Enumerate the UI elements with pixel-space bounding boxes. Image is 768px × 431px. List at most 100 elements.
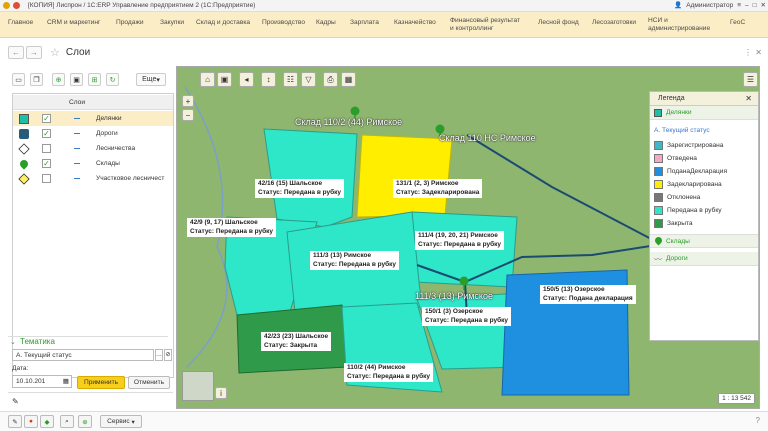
table-row[interactable]: ✓ Склады	[13, 156, 173, 171]
add-child-icon[interactable]: ⊞	[88, 73, 101, 86]
copy-layer-icon[interactable]: ❐	[30, 73, 43, 86]
menu-item-treasury[interactable]: Казначейство	[394, 19, 436, 27]
layer-color-icon[interactable]: ◆	[40, 415, 54, 428]
minimap[interactable]	[182, 371, 214, 401]
thematic-field[interactable]: А. Текущий статус	[12, 349, 154, 361]
table-row[interactable]: ✓ Делянки	[13, 111, 173, 126]
map-filter-icon[interactable]: ▽	[301, 72, 316, 87]
menu-item-geos[interactable]: ГеоС	[730, 19, 745, 27]
menu-item-logging[interactable]: Лесозаготовки	[592, 19, 636, 27]
map-select-icon[interactable]: ▦	[341, 72, 356, 87]
zoom-in-button[interactable]: +	[182, 95, 194, 107]
warehouse-pin-icon	[653, 235, 664, 246]
favorite-star-icon[interactable]: ☆	[50, 46, 60, 59]
map-measure-icon[interactable]: ↕	[261, 72, 276, 87]
legend-item: Передана в рубку	[654, 205, 722, 215]
menu-item-production[interactable]: Производство	[262, 19, 305, 27]
thematic-title: Тематика	[20, 337, 55, 346]
map-pan-icon[interactable]: ◂	[239, 72, 254, 87]
plot-name: 42/23 (23) Шальское	[264, 333, 329, 340]
layer-checkbox[interactable]: ✓	[42, 114, 51, 123]
more-button[interactable]: Еще ▾	[136, 73, 166, 86]
map-legend-toggle-icon[interactable]: ☰	[743, 72, 758, 87]
legend-layer-warehouses[interactable]: Склады	[650, 234, 758, 248]
user-name[interactable]: Администратор	[686, 2, 733, 9]
menu-item-warehouse[interactable]: Склад и доставка	[196, 19, 250, 27]
plot-label: 111/3 (13) Римское Статус: Передана в руб…	[310, 251, 400, 270]
map-print-icon[interactable]: ⎙	[323, 72, 338, 87]
legend-close-icon[interactable]: ✕	[745, 94, 752, 103]
map-home-icon[interactable]: ⌂	[200, 72, 215, 87]
layer-checkbox[interactable]	[42, 174, 51, 183]
help-icon[interactable]: ?	[756, 416, 760, 425]
info-icon[interactable]: i	[215, 387, 227, 399]
menu-item-salary[interactable]: Зарплата	[350, 19, 379, 27]
map-table-icon[interactable]: ☷	[283, 72, 298, 87]
map-view[interactable]: ⌂ ▣ ◂ ↕ ☷ ▽ ⎙ ▦ ☰ + − i Склад 110/2 (44)…	[176, 66, 760, 409]
add-layer-icon[interactable]: ▭	[12, 73, 25, 86]
table-row[interactable]: Участковое лесничест	[13, 171, 173, 186]
calendar-icon[interactable]: ▦	[63, 377, 69, 385]
plot-status: Статус: Передана в рубку	[425, 316, 509, 324]
open-icon[interactable]: ⊘	[164, 349, 172, 361]
settings-icon[interactable]: ≡	[737, 2, 741, 9]
plots-icon	[654, 109, 662, 117]
menu-icon[interactable]	[13, 2, 20, 9]
plot-name: 42/9 (9, 17) Шальское	[190, 219, 258, 226]
legend-item: Зарегистрирована	[654, 140, 723, 150]
select-button[interactable]: …	[155, 349, 163, 361]
maximize-icon[interactable]: □	[753, 2, 757, 9]
menu-item-purchases[interactable]: Закупки	[160, 19, 184, 27]
plot-status: Статус: Закрыта	[264, 341, 318, 349]
plot-label: 111/4 (19, 20, 21) Римское Статус: Переда…	[415, 231, 505, 250]
plot-label: 42/23 (23) Шальское Статус: Закрыта	[261, 332, 332, 351]
plot-name: 110/2 (44) Римское	[347, 364, 406, 371]
apply-button[interactable]: Применить	[77, 376, 125, 389]
service-button[interactable]: Сервис ▾	[100, 415, 142, 428]
menu-item-finance[interactable]: Финансовый результат и контроллинг	[450, 17, 525, 33]
search-icon[interactable]: ⌕	[60, 415, 74, 428]
layer-tool-icon[interactable]: ✎	[12, 397, 19, 406]
legend-swatch	[654, 140, 663, 150]
add-icon[interactable]: ⊕	[52, 73, 65, 86]
draw-icon[interactable]: ✎	[8, 415, 22, 428]
add-object-icon[interactable]: ⊕	[78, 415, 92, 428]
back-button[interactable]: ←	[8, 45, 24, 59]
bottom-toolbar: ✎ ● ◆ ⌕ ⊕ Сервис ▾ ?	[0, 411, 768, 431]
folder-icon[interactable]: ▣	[70, 73, 83, 86]
collapse-icon[interactable]: ⌄	[10, 338, 16, 346]
plot-name: 150/5 (13) Озерское	[543, 286, 605, 293]
map-fullview-icon[interactable]: ▣	[217, 72, 232, 87]
menu-item-sales[interactable]: Продажи	[116, 19, 144, 27]
legend-layer-plots[interactable]: Делянки	[650, 106, 758, 120]
plot-label: 150/5 (13) Озерское Статус: Подана деклар…	[540, 285, 636, 304]
main-menu: Главное CRM и маркетинг Продажи Закупки …	[0, 12, 768, 38]
legend-item: Отведена	[654, 153, 697, 163]
close-page-icon[interactable]: ✕	[755, 48, 762, 57]
forward-button[interactable]: →	[26, 45, 42, 59]
layer-checkbox[interactable]: ✓	[42, 129, 51, 138]
minimize-icon[interactable]: –	[745, 2, 749, 9]
plot-status: Статус: Передана в рубку	[347, 372, 431, 380]
layer-checkbox[interactable]: ✓	[42, 159, 51, 168]
more-icon[interactable]: ⋮	[744, 48, 752, 57]
pin-icon[interactable]: ●	[24, 415, 38, 428]
refresh-icon[interactable]: ↻	[106, 73, 119, 86]
menu-item-crm[interactable]: CRM и маркетинг	[47, 19, 100, 27]
legend-layer-roads[interactable]: 〰 Дороги	[650, 252, 758, 266]
roads-layer-icon	[19, 128, 29, 139]
cancel-button[interactable]: Отменить	[128, 376, 170, 389]
menu-item-nsi[interactable]: НСИ и администрирование	[648, 17, 723, 33]
plot-label: 42/9 (9, 17) Шальское Статус: Передана в …	[187, 218, 277, 237]
close-icon[interactable]: ✕	[761, 1, 766, 9]
table-row[interactable]: ✓ Дороги	[13, 126, 173, 141]
menu-item-main[interactable]: Главное	[8, 19, 33, 27]
menu-item-hr[interactable]: Кадры	[316, 19, 336, 27]
menu-item-forest[interactable]: Лесной фонд	[538, 19, 579, 27]
zoom-out-button[interactable]: −	[182, 109, 194, 121]
date-field[interactable]: 10.10.201 ▦	[12, 375, 72, 388]
table-row[interactable]: Лесничества	[13, 141, 173, 156]
plot-label: 150/1 (3) Озерское Статус: Передана в руб…	[422, 307, 512, 326]
layer-checkbox[interactable]	[42, 144, 51, 153]
table-header: Слои	[13, 95, 173, 110]
